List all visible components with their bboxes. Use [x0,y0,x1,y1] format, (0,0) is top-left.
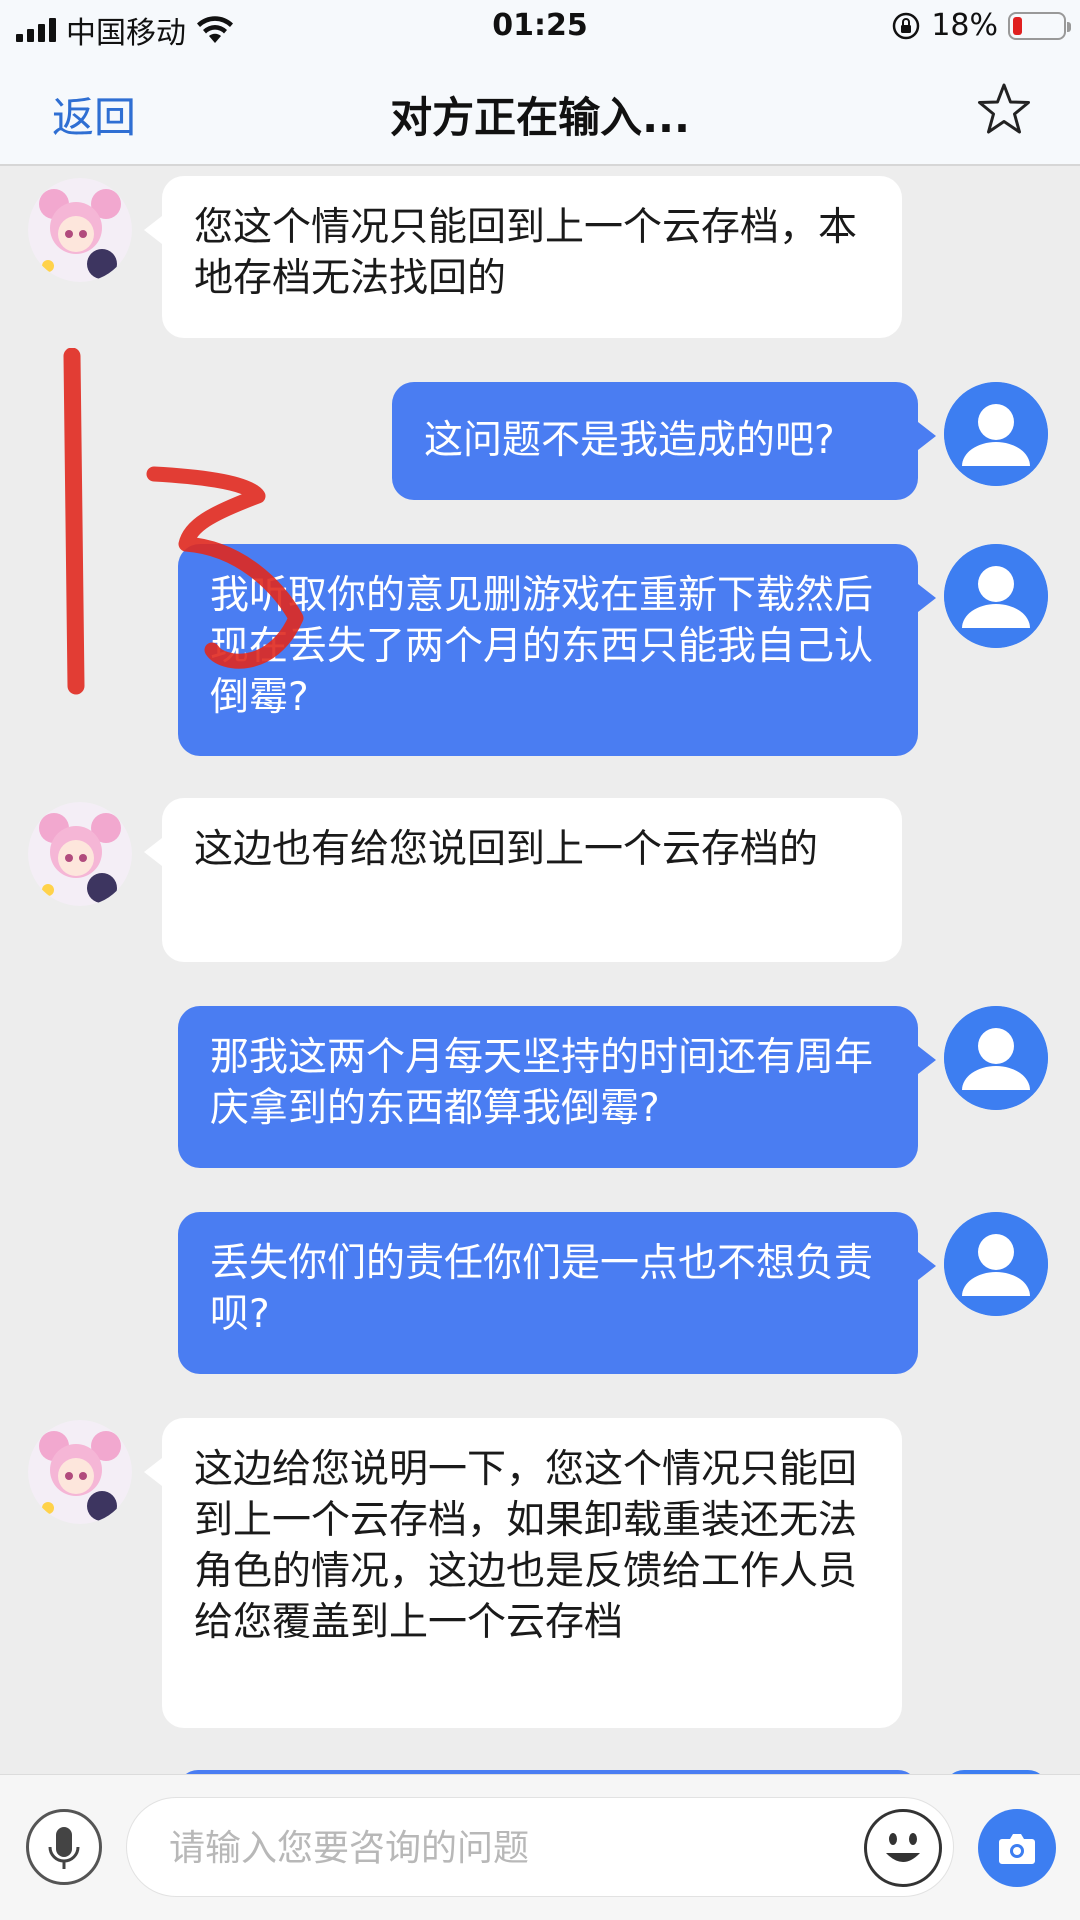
message-input[interactable] [169,1818,769,1878]
microphone-icon [48,1827,80,1869]
input-bar [0,1774,1080,1920]
camera-icon [999,1834,1035,1864]
message-text: 这边也有给您说回到上一个云存档的 [194,827,819,872]
message-bubble[interactable]: 丢失你们的责任你们是一点也不想负责呗? [178,1212,936,1374]
chat-list[interactable]: 您这个情况只能回到上一个云存档，本地存档无法找回的 这问题不是我造成的吧? 我听… [0,168,1080,1774]
star-outline-icon[interactable] [974,80,1034,140]
message-text: 这问题不是我造成的吧? [424,418,835,463]
agent-avatar[interactable] [28,178,132,282]
status-bar: 中国移动 01:25 18% [0,0,1080,54]
message-bubble[interactable]: 这边也有给您说回到上一个云存档的 [144,798,902,962]
battery-icon [1008,11,1071,40]
handwritten-annotation [63,348,304,695]
user-avatar[interactable] [944,1006,1048,1110]
battery-percent: 18% [931,8,998,43]
user-avatar[interactable] [944,382,1048,486]
user-avatar[interactable] [944,544,1048,648]
emoji-button[interactable] [864,1809,942,1887]
message-bubble[interactable]: 您这个情况只能回到上一个云存档，本地存档无法找回的 [144,176,902,338]
message-text: 这边给您说明一下，您这个情况只能回到上一个云存档，如果卸载重装还无法角色的情况，… [194,1447,858,1645]
voice-input-button[interactable] [26,1809,102,1885]
message-text: 您这个情况只能回到上一个云存档，本地存档无法找回的 [194,205,858,301]
smiley-icon [886,1833,920,1862]
status-right: 18% [891,8,1071,43]
agent-avatar[interactable] [28,802,132,906]
message-bubble[interactable]: 这边给您说明一下，您这个情况只能回到上一个云存档，如果卸载重装还无法角色的情况，… [144,1418,902,1728]
agent-avatar[interactable] [28,1420,132,1524]
message-input-container[interactable] [126,1797,954,1897]
nav-bar: 返回 对方正在输入... [0,54,1080,166]
camera-button[interactable] [978,1809,1056,1887]
message-bubble[interactable]: 这问题不是我造成的吧? [392,382,936,500]
message-bubble[interactable]: 那我这两个月每天坚持的时间还有周年庆拿到的东西都算我倒霉? [178,1006,936,1168]
page-title: 对方正在输入... [390,93,690,142]
orientation-lock-icon [893,12,920,39]
user-avatar[interactable] [944,1212,1048,1316]
message-text: 那我这两个月每天坚持的时间还有周年庆拿到的东西都算我倒霉? [210,1035,874,1131]
message-text: 丢失你们的责任你们是一点也不想负责呗? [210,1241,874,1337]
